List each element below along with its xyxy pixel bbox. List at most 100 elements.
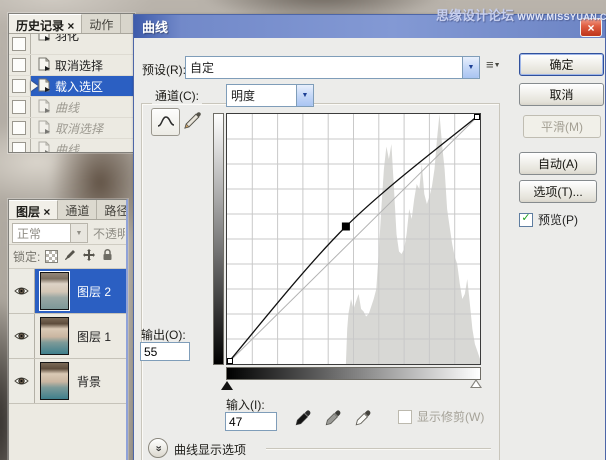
preset-options-icon[interactable]: ≡▼ xyxy=(486,58,501,71)
curve-point xyxy=(474,114,480,120)
input-value-input[interactable] xyxy=(225,412,277,431)
curve-tool-icon xyxy=(157,116,174,127)
history-source-checkbox[interactable] xyxy=(12,58,26,72)
history-list: 羽化 取消选择 载入选区 曲线 取消选择 曲线 xyxy=(9,34,134,152)
curve-display-options-label: 曲线显示选项 xyxy=(174,443,247,457)
layer-row[interactable]: 图层 1 xyxy=(9,314,126,359)
show-clipping-checkbox xyxy=(398,409,412,424)
output-value-input[interactable] xyxy=(140,342,190,361)
shadow-slider-handle[interactable] xyxy=(221,381,233,390)
history-source-checkbox[interactable] xyxy=(12,37,26,51)
blend-mode-value: 正常 xyxy=(17,226,42,241)
show-clipping-checkbox-row: 显示修剪(W) xyxy=(398,408,484,425)
ok-button[interactable]: 确定 xyxy=(519,53,604,76)
history-source-checkbox[interactable] xyxy=(12,142,26,152)
history-state-icon xyxy=(37,78,51,95)
tab-layers[interactable]: 图层 × xyxy=(9,200,59,219)
output-label: 输出(O): xyxy=(141,328,186,342)
watermark: 思缘设计论坛 WWW.MISSYUAN.COM xyxy=(436,5,606,24)
layers-panel: 图层 × 通道 路径 正常 ▼ 不透明度: 锁定: 图层 2 图层 1 xyxy=(8,199,128,460)
layer-row[interactable]: 背景 xyxy=(9,359,126,404)
curve-point-selected xyxy=(341,222,350,231)
smooth-button: 平滑(M) xyxy=(523,115,601,138)
history-item[interactable]: 取消选择 xyxy=(9,118,134,139)
channel-label: 通道(C): xyxy=(152,87,202,104)
history-source-checkbox[interactable] xyxy=(12,100,26,114)
curve-grid-svg xyxy=(227,114,480,364)
history-source-checkbox[interactable] xyxy=(12,79,26,93)
history-item-label: 曲线 xyxy=(55,100,80,115)
history-item-selected[interactable]: 载入选区 xyxy=(9,76,134,97)
lock-transparency-icon[interactable] xyxy=(45,250,59,263)
preset-select[interactable]: 自定 ▼ xyxy=(185,56,480,79)
curve-display-options-expander[interactable]: » xyxy=(148,438,168,458)
tab-actions[interactable]: 动作 xyxy=(82,14,122,33)
layer-name: 图层 2 xyxy=(77,284,112,299)
tab-history[interactable]: 历史记录 × xyxy=(9,14,83,33)
history-item[interactable]: 取消选择 xyxy=(9,55,134,76)
preset-value: 自定 xyxy=(190,61,215,75)
curve-point-tool-button[interactable] xyxy=(151,108,180,136)
layer-name: 图层 1 xyxy=(77,329,112,344)
photoshop-screen: 羽化 取消选择 载入选区 曲线 取消选择 曲线 历史记录 × 动作 图层 × 通… xyxy=(0,0,606,460)
dialog-title: 曲线 xyxy=(142,20,169,35)
highlight-slider-handle[interactable] xyxy=(470,379,482,388)
history-item[interactable]: 曲线 xyxy=(9,97,134,118)
watermark-url: WWW.MISSYUAN.COM xyxy=(517,12,606,22)
lock-label: 锁定: xyxy=(13,250,41,264)
tab-paths[interactable]: 路径 xyxy=(97,200,126,219)
layer-name: 背景 xyxy=(77,374,102,389)
show-clipping-label: 显示修剪(W) xyxy=(417,410,485,424)
history-item-label: 曲线 xyxy=(55,142,80,153)
lock-all-icon[interactable] xyxy=(101,248,114,265)
input-label: 输入(I): xyxy=(226,398,265,412)
history-state-icon xyxy=(37,34,51,44)
history-panel: 羽化 取消选择 载入选区 曲线 取消选择 曲线 历史记录 × 动作 xyxy=(8,13,135,153)
opacity-label: 不透明度: xyxy=(93,227,125,241)
cancel-button[interactable]: 取消 xyxy=(519,83,604,106)
history-state-icon xyxy=(37,99,51,116)
history-state-icon xyxy=(37,141,51,152)
auto-button[interactable]: 自动(A) xyxy=(519,152,597,175)
chevron-down-icon[interactable]: ▼ xyxy=(70,224,87,242)
history-item-label: 取消选择 xyxy=(55,121,104,136)
gray-point-eyedropper-icon[interactable] xyxy=(322,407,344,429)
options-button[interactable]: 选项(T)... xyxy=(519,180,597,203)
input-gradient-bar xyxy=(226,367,481,380)
history-item[interactable]: 曲线 xyxy=(9,139,134,152)
lock-paint-brush-icon[interactable] xyxy=(63,248,77,265)
history-item[interactable]: 羽化 xyxy=(9,34,134,55)
preview-label: 预览(P) xyxy=(538,213,578,227)
check-icon: ✓ xyxy=(521,212,531,224)
visibility-eye-icon[interactable] xyxy=(9,314,35,358)
curve-point xyxy=(227,358,233,364)
black-point-eyedropper-icon[interactable] xyxy=(292,407,314,429)
lock-move-icon[interactable] xyxy=(82,248,96,265)
visibility-eye-icon[interactable] xyxy=(9,269,35,313)
chevron-down-icon[interactable]: ▼ xyxy=(462,57,479,78)
history-item-label: 羽化 xyxy=(55,34,80,43)
preview-checkbox[interactable]: ✓ xyxy=(519,212,533,227)
history-item-label: 载入选区 xyxy=(55,79,104,94)
history-source-checkbox[interactable] xyxy=(12,121,26,135)
layer-row-selected[interactable]: 图层 2 xyxy=(9,269,126,314)
curves-dialog: 曲线 × 预设(R): 自定 ▼ ≡▼ 确定 取消 平滑(M) 自动(A) 选项… xyxy=(133,14,606,460)
layer-thumbnail[interactable] xyxy=(40,362,69,400)
visibility-eye-icon[interactable] xyxy=(9,359,35,403)
channel-value: 明度 xyxy=(231,89,256,103)
divider xyxy=(266,448,491,449)
chevron-down-icon[interactable]: ▼ xyxy=(296,85,313,106)
blend-mode-select[interactable]: 正常 ▼ xyxy=(12,223,88,243)
layer-thumbnail[interactable] xyxy=(40,272,69,310)
white-point-eyedropper-icon[interactable] xyxy=(352,407,374,429)
layer-thumbnail[interactable] xyxy=(40,317,69,355)
curve-plot-area[interactable] xyxy=(226,113,481,365)
watermark-site-name: 思缘设计论坛 xyxy=(436,8,515,23)
history-state-icon xyxy=(37,57,51,74)
tab-channels[interactable]: 通道 xyxy=(58,200,98,219)
pencil-tool-icon[interactable] xyxy=(183,111,202,133)
history-item-label: 取消选择 xyxy=(55,58,104,73)
preset-label: 预设(R): xyxy=(142,63,186,77)
current-state-pointer-icon[interactable] xyxy=(31,81,38,91)
channel-select[interactable]: 明度 ▼ xyxy=(226,84,314,107)
